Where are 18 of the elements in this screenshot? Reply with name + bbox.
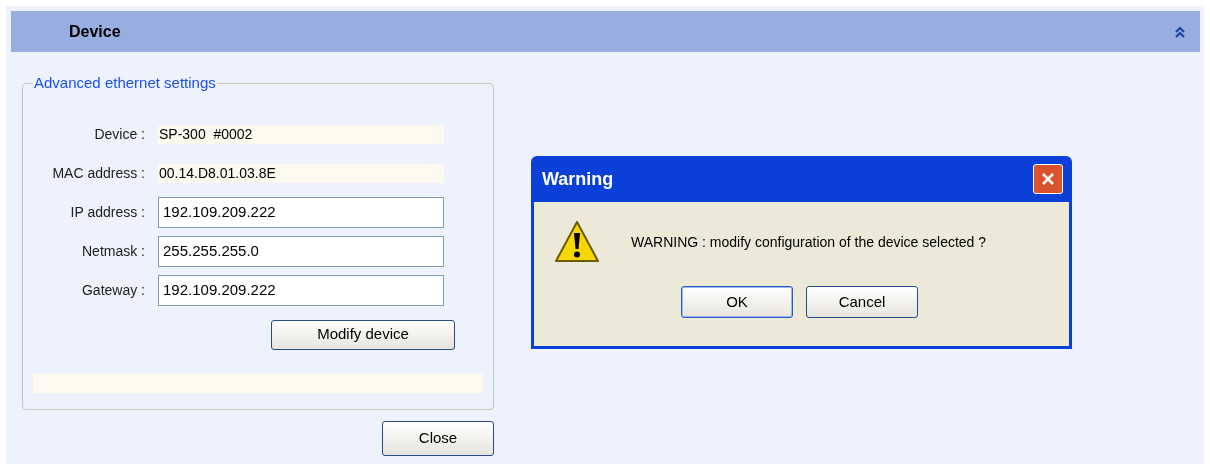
panel-title: Device xyxy=(69,21,121,42)
collapse-icon[interactable] xyxy=(1174,25,1186,38)
field-label: Netmask : xyxy=(81,241,146,261)
dialog-title: Warning xyxy=(542,167,614,191)
dialog-button[interactable]: OK xyxy=(681,286,793,318)
field-label: IP address : xyxy=(69,202,146,222)
close-button[interactable]: Close xyxy=(382,421,494,456)
modify-device-button[interactable]: Modify device xyxy=(271,319,455,350)
group-legend: Advanced ethernet settings xyxy=(33,72,217,95)
input-field[interactable]: 192.109.209.222 xyxy=(158,274,444,306)
input-field[interactable]: 255.255.255.0 xyxy=(158,235,444,267)
dialog-button[interactable]: Cancel xyxy=(806,286,918,318)
close-icon[interactable] xyxy=(1033,164,1063,194)
field-label: Gateway : xyxy=(80,280,146,300)
dialog-message: WARNING : modify configuration of the device selected ? xyxy=(631,232,987,252)
input-field[interactable]: 192.109.209.222 xyxy=(158,196,444,228)
field-label: Device : xyxy=(93,124,146,144)
field-label: MAC address : xyxy=(51,163,146,183)
